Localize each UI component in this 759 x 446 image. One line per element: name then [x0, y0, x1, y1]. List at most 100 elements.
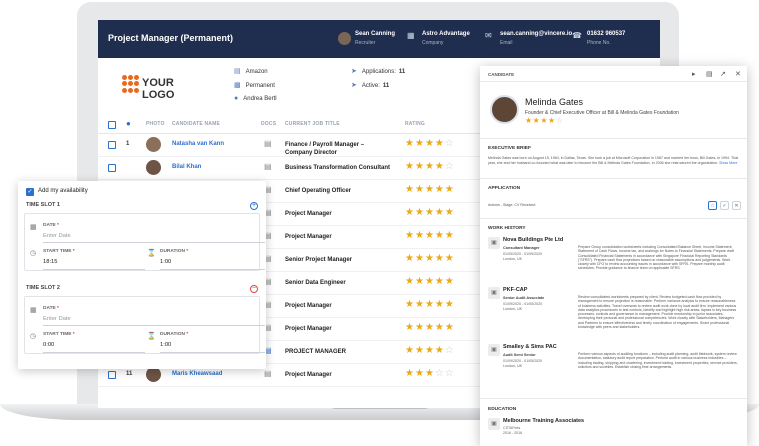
close-icon[interactable]: ✕	[732, 201, 741, 210]
job-title: Project Manager (Permanent)	[108, 33, 234, 43]
briefcase-icon: ▩	[234, 82, 241, 89]
current-job-title: Project Manager	[285, 326, 332, 332]
slot2-duration-input[interactable]: 1:00	[160, 342, 171, 348]
work-company: Nova Buildings Pte Ltd	[503, 237, 564, 243]
candidate-name-link[interactable]: Natasha van Kann	[172, 141, 224, 147]
row-checkbox[interactable]	[108, 371, 116, 379]
rating-stars[interactable]: ★★★★☆	[405, 138, 455, 149]
user-icon: ●	[234, 95, 239, 102]
info-active: ➤ Active: 11	[351, 82, 390, 89]
rating-stars[interactable]: ★★★★★	[405, 207, 455, 218]
rating-stars[interactable]: ★★★☆☆	[405, 368, 455, 379]
rating-stars[interactable]: ★★★★★	[405, 299, 455, 310]
candidate-photo	[146, 160, 161, 175]
rating-stars[interactable]: ★★★★★	[405, 184, 455, 195]
document-icon[interactable]: ▤	[264, 369, 272, 378]
date-label: DATE *	[43, 223, 59, 228]
availability-checkbox[interactable]: ✓	[26, 188, 34, 196]
rating-stars[interactable]: ★★★★☆	[405, 345, 455, 356]
logo-mark	[122, 75, 140, 93]
check-icon[interactable]: ✓	[720, 201, 729, 210]
current-job-title: Project Manager	[285, 372, 332, 378]
rating-stars[interactable]: ★★★★★	[405, 253, 455, 264]
company-icon: ▣	[488, 237, 500, 249]
email-address[interactable]: sean.canning@vincere.io	[500, 31, 572, 37]
info-type: ▩ Permanent	[234, 82, 275, 89]
work-role: Senior Audit Associate	[503, 296, 545, 300]
add-slot-icon[interactable]: +	[250, 202, 258, 210]
education-title: EDUCATION	[488, 407, 517, 412]
rating-stars[interactable]: ★★★★★	[405, 276, 455, 287]
application-section: APPLICATION Actions - Stage: CV Received	[480, 178, 747, 207]
education-section: EDUCATION ▣ Melbourne Training Associate…	[480, 398, 747, 435]
input-underline	[43, 242, 265, 243]
close-icon[interactable]: ✕	[735, 70, 741, 78]
recruiter-label: Recruiter	[355, 40, 376, 46]
slot2-box: ▦ DATE * Enter Date ◷ START TIME * 0:00 …	[24, 296, 265, 354]
input-underline	[160, 269, 265, 270]
column-job-title[interactable]: CURRENT JOB TITLE	[285, 121, 340, 127]
candidate-name-link[interactable]: Maris Kheawsaad	[172, 371, 222, 377]
candidate-photo	[146, 367, 161, 382]
row-checkbox[interactable]	[108, 164, 116, 172]
remove-slot-icon[interactable]: −	[250, 285, 258, 293]
calendar-icon: ▦	[30, 307, 37, 314]
candidate-name-link[interactable]: Bilal Khan	[172, 164, 201, 170]
column-photo[interactable]: PHOTO	[146, 121, 165, 127]
current-job-title: Project Manager	[285, 211, 332, 217]
column-docs[interactable]: DOCS	[261, 121, 276, 127]
work-location: London, UK	[503, 257, 522, 261]
column-rating[interactable]: RATING	[405, 121, 425, 127]
slot1-start-time-input[interactable]: 18:15	[43, 259, 58, 265]
send-icon: ➤	[351, 82, 357, 89]
work-description: Prepare Group consolidation worksheets i…	[578, 245, 734, 271]
panel-label: CANDIDATE	[488, 72, 515, 77]
external-link-icon[interactable]: ↗	[720, 70, 726, 78]
candidate-panel: CANDIDATE ▸ ▤ ↗ ✕ Melinda Gates Founder …	[480, 66, 747, 446]
clock-icon: ◷	[30, 250, 37, 257]
company-icon: ▣	[488, 287, 500, 299]
send-icon: ➤	[351, 68, 357, 75]
candidate-rating[interactable]: ★★★★☆	[525, 116, 563, 125]
rating-stars[interactable]: ★★★★★	[405, 322, 455, 333]
work-description: Perform various aspects of auditing func…	[578, 352, 738, 369]
work-location: London, UK	[503, 307, 522, 311]
document-icon[interactable]: ▤	[264, 139, 272, 148]
duration-label: DURATION *	[160, 332, 189, 337]
video-icon[interactable]: ▸	[692, 70, 696, 78]
select-all-checkbox[interactable]	[108, 121, 116, 129]
work-location: London, UK	[503, 364, 522, 368]
rating-stars[interactable]: ★★★★★	[405, 230, 455, 241]
info-company: ▤ Amazon	[234, 68, 268, 75]
show-more-link[interactable]: Show More	[719, 161, 737, 165]
slot1-title: TIME SLOT 1	[26, 202, 60, 208]
current-job-title: Chief Operating Officer	[285, 188, 352, 194]
school-icon: ▣	[488, 418, 500, 430]
company-name[interactable]: Astro Advantage	[422, 31, 470, 37]
hourglass-icon: ⌛	[147, 250, 156, 257]
document-icon[interactable]: ▤	[706, 70, 713, 78]
user-icon: ●	[126, 119, 132, 128]
candidate-photo	[490, 95, 519, 124]
row-checkbox[interactable]	[108, 141, 116, 149]
document-icon[interactable]: ▤	[264, 162, 272, 171]
work-role: Audit Semi Senior	[503, 353, 536, 357]
phone-number[interactable]: 01632 960537	[587, 31, 625, 37]
building-icon: ▦	[407, 31, 415, 40]
current-job-title: Project Manager	[285, 303, 332, 309]
email-icon: ✉	[485, 31, 492, 40]
recruiter-name[interactable]: Sean Canning	[355, 31, 395, 37]
slot2-start-time-input[interactable]: 0:00	[43, 342, 54, 348]
candidate-name: Melinda Gates	[525, 97, 584, 107]
education-years: 2016 - 2016	[503, 431, 523, 435]
application-title: APPLICATION	[488, 186, 521, 191]
slot2-date-input[interactable]: Enter Date	[43, 316, 71, 322]
info-applications: ➤ Applications: 11	[351, 68, 406, 75]
slot1-date-input[interactable]: Enter Date	[43, 233, 71, 239]
star-icon[interactable]: ☆	[708, 201, 717, 210]
phone-label: Phone No.	[587, 40, 611, 46]
column-candidate-name[interactable]: CANDIDATE NAME	[172, 121, 220, 127]
work-role: Consultant Manager	[503, 246, 540, 250]
slot1-duration-input[interactable]: 1:00	[160, 259, 171, 265]
rating-stars[interactable]: ★★★★☆	[405, 161, 455, 172]
